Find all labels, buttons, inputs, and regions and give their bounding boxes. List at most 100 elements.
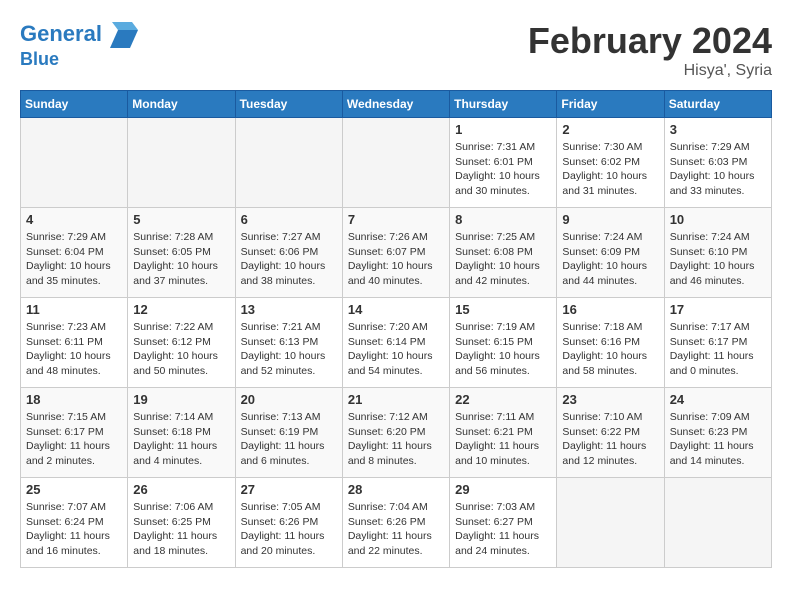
week-row-5: 25 Sunrise: 7:07 AMSunset: 6:24 PMDayligh…	[21, 478, 772, 568]
calendar-cell: 27 Sunrise: 7:05 AMSunset: 6:26 PMDayligh…	[235, 478, 342, 568]
calendar-cell: 26 Sunrise: 7:06 AMSunset: 6:25 PMDayligh…	[128, 478, 235, 568]
day-number: 27	[241, 482, 337, 497]
day-info: Sunrise: 7:03 AMSunset: 6:27 PMDaylight:…	[455, 500, 551, 559]
day-header-saturday: Saturday	[664, 91, 771, 118]
day-info: Sunrise: 7:15 AMSunset: 6:17 PMDaylight:…	[26, 410, 122, 469]
day-info: Sunrise: 7:21 AMSunset: 6:13 PMDaylight:…	[241, 320, 337, 379]
day-number: 25	[26, 482, 122, 497]
day-number: 18	[26, 392, 122, 407]
calendar-cell: 2 Sunrise: 7:30 AMSunset: 6:02 PMDaylight…	[557, 118, 664, 208]
calendar-cell: 19Sunrise: 7:14 AMSunset: 6:18 PMDayligh…	[128, 388, 235, 478]
week-row-1: 1Sunrise: 7:31 AMSunset: 6:01 PMDaylight…	[21, 118, 772, 208]
calendar-cell: 13 Sunrise: 7:21 AMSunset: 6:13 PMDayligh…	[235, 298, 342, 388]
day-number: 2	[562, 122, 658, 137]
day-number: 7	[348, 212, 444, 227]
header: General Blue February 2024 Hisya', Syria	[20, 20, 772, 80]
day-info: Sunrise: 7:07 AMSunset: 6:24 PMDaylight:…	[26, 500, 122, 559]
calendar-cell: 1Sunrise: 7:31 AMSunset: 6:01 PMDaylight…	[450, 118, 557, 208]
day-number: 21	[348, 392, 444, 407]
day-info: Sunrise: 7:05 AMSunset: 6:26 PMDaylight:…	[241, 500, 337, 559]
calendar-cell: 14 Sunrise: 7:20 AMSunset: 6:14 PMDayligh…	[342, 298, 449, 388]
day-number: 20	[241, 392, 337, 407]
day-number: 23	[562, 392, 658, 407]
calendar-cell: 24 Sunrise: 7:09 AMSunset: 6:23 PMDayligh…	[664, 388, 771, 478]
calendar-cell: 8 Sunrise: 7:25 AMSunset: 6:08 PMDaylight…	[450, 208, 557, 298]
logo-blue: Blue	[20, 50, 140, 70]
calendar-cell: 22Sunrise: 7:11 AMSunset: 6:21 PMDayligh…	[450, 388, 557, 478]
calendar-cell: 10 Sunrise: 7:24 AMSunset: 6:10 PMDayligh…	[664, 208, 771, 298]
day-header-wednesday: Wednesday	[342, 91, 449, 118]
logo-text: General	[20, 20, 140, 50]
calendar-cell: 21 Sunrise: 7:12 AMSunset: 6:20 PMDayligh…	[342, 388, 449, 478]
day-number: 14	[348, 302, 444, 317]
day-header-tuesday: Tuesday	[235, 91, 342, 118]
logo: General Blue	[20, 20, 140, 70]
logo-general: General	[20, 21, 102, 46]
week-row-2: 4 Sunrise: 7:29 AMSunset: 6:04 PMDaylight…	[21, 208, 772, 298]
day-info: Sunrise: 7:29 AMSunset: 6:04 PMDaylight:…	[26, 230, 122, 289]
calendar-cell	[342, 118, 449, 208]
calendar-cell: 5 Sunrise: 7:28 AMSunset: 6:05 PMDaylight…	[128, 208, 235, 298]
day-info: Sunrise: 7:19 AMSunset: 6:15 PMDaylight:…	[455, 320, 551, 379]
calendar-cell: 3Sunrise: 7:29 AMSunset: 6:03 PMDaylight…	[664, 118, 771, 208]
day-number: 13	[241, 302, 337, 317]
calendar-body: 1Sunrise: 7:31 AMSunset: 6:01 PMDaylight…	[21, 118, 772, 568]
day-info: Sunrise: 7:27 AMSunset: 6:06 PMDaylight:…	[241, 230, 337, 289]
day-header-friday: Friday	[557, 91, 664, 118]
day-number: 6	[241, 212, 337, 227]
calendar-cell	[128, 118, 235, 208]
day-number: 28	[348, 482, 444, 497]
day-number: 26	[133, 482, 229, 497]
calendar-cell: 18 Sunrise: 7:15 AMSunset: 6:17 PMDayligh…	[21, 388, 128, 478]
week-row-3: 11Sunrise: 7:23 AMSunset: 6:11 PMDayligh…	[21, 298, 772, 388]
calendar-cell: 16Sunrise: 7:18 AMSunset: 6:16 PMDayligh…	[557, 298, 664, 388]
calendar-cell: 20Sunrise: 7:13 AMSunset: 6:19 PMDayligh…	[235, 388, 342, 478]
day-info: Sunrise: 7:06 AMSunset: 6:25 PMDaylight:…	[133, 500, 229, 559]
day-info: Sunrise: 7:28 AMSunset: 6:05 PMDaylight:…	[133, 230, 229, 289]
title-area: February 2024 Hisya', Syria	[528, 20, 772, 80]
day-info: Sunrise: 7:10 AMSunset: 6:22 PMDaylight:…	[562, 410, 658, 469]
day-number: 5	[133, 212, 229, 227]
day-number: 16	[562, 302, 658, 317]
day-info: Sunrise: 7:23 AMSunset: 6:11 PMDaylight:…	[26, 320, 122, 379]
day-number: 19	[133, 392, 229, 407]
day-header-thursday: Thursday	[450, 91, 557, 118]
day-info: Sunrise: 7:26 AMSunset: 6:07 PMDaylight:…	[348, 230, 444, 289]
day-number: 9	[562, 212, 658, 227]
day-info: Sunrise: 7:17 AMSunset: 6:17 PMDaylight:…	[670, 320, 766, 379]
day-info: Sunrise: 7:09 AMSunset: 6:23 PMDaylight:…	[670, 410, 766, 469]
day-number: 4	[26, 212, 122, 227]
calendar-cell: 17 Sunrise: 7:17 AMSunset: 6:17 PMDayligh…	[664, 298, 771, 388]
calendar-cell: 28 Sunrise: 7:04 AMSunset: 6:26 PMDayligh…	[342, 478, 449, 568]
calendar-cell: 4 Sunrise: 7:29 AMSunset: 6:04 PMDaylight…	[21, 208, 128, 298]
day-header-monday: Monday	[128, 91, 235, 118]
calendar-cell	[557, 478, 664, 568]
day-number: 8	[455, 212, 551, 227]
day-number: 12	[133, 302, 229, 317]
calendar-cell: 23 Sunrise: 7:10 AMSunset: 6:22 PMDayligh…	[557, 388, 664, 478]
day-info: Sunrise: 7:20 AMSunset: 6:14 PMDaylight:…	[348, 320, 444, 379]
calendar-cell	[664, 478, 771, 568]
day-number: 24	[670, 392, 766, 407]
day-number: 17	[670, 302, 766, 317]
day-info: Sunrise: 7:29 AMSunset: 6:03 PMDaylight:…	[670, 140, 766, 199]
calendar-cell	[235, 118, 342, 208]
calendar-header-row: SundayMondayTuesdayWednesdayThursdayFrid…	[21, 91, 772, 118]
day-number: 29	[455, 482, 551, 497]
calendar-cell: 9Sunrise: 7:24 AMSunset: 6:09 PMDaylight…	[557, 208, 664, 298]
day-info: Sunrise: 7:04 AMSunset: 6:26 PMDaylight:…	[348, 500, 444, 559]
calendar-cell: 6 Sunrise: 7:27 AMSunset: 6:06 PMDaylight…	[235, 208, 342, 298]
day-info: Sunrise: 7:31 AMSunset: 6:01 PMDaylight:…	[455, 140, 551, 199]
day-header-sunday: Sunday	[21, 91, 128, 118]
week-row-4: 18 Sunrise: 7:15 AMSunset: 6:17 PMDayligh…	[21, 388, 772, 478]
day-info: Sunrise: 7:30 AMSunset: 6:02 PMDaylight:…	[562, 140, 658, 199]
calendar-cell: 12 Sunrise: 7:22 AMSunset: 6:12 PMDayligh…	[128, 298, 235, 388]
day-number: 10	[670, 212, 766, 227]
calendar-cell: 29 Sunrise: 7:03 AMSunset: 6:27 PMDayligh…	[450, 478, 557, 568]
day-info: Sunrise: 7:12 AMSunset: 6:20 PMDaylight:…	[348, 410, 444, 469]
calendar-table: SundayMondayTuesdayWednesdayThursdayFrid…	[20, 90, 772, 568]
day-info: Sunrise: 7:24 AMSunset: 6:10 PMDaylight:…	[670, 230, 766, 289]
day-info: Sunrise: 7:25 AMSunset: 6:08 PMDaylight:…	[455, 230, 551, 289]
month-title: February 2024	[528, 20, 772, 62]
day-info: Sunrise: 7:22 AMSunset: 6:12 PMDaylight:…	[133, 320, 229, 379]
